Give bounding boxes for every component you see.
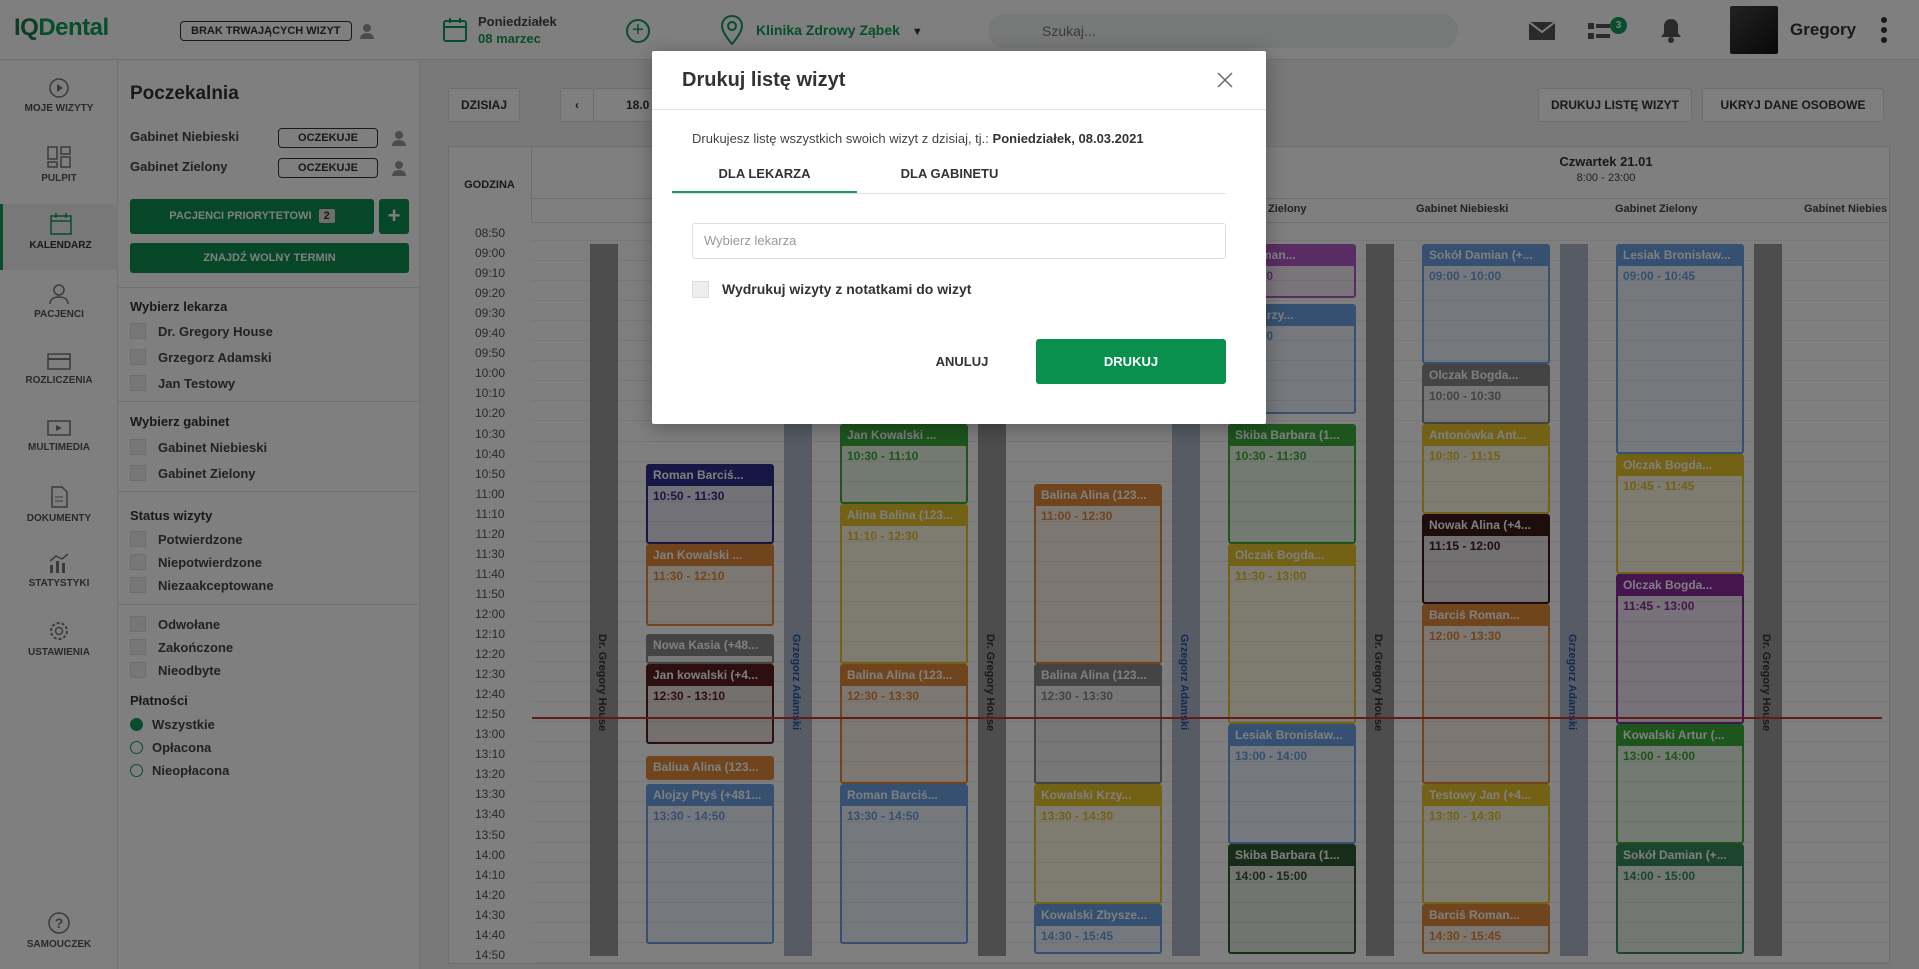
tab-for-office[interactable]: DLA GABINETU [857, 157, 1042, 193]
doctor-select[interactable]: Wybierz lekarza [692, 223, 1226, 259]
close-icon[interactable] [1214, 69, 1236, 91]
tab-underline [672, 193, 1226, 194]
divider [652, 109, 1266, 110]
dialog-title: Drukuj listę wizyt [682, 69, 846, 91]
print-visits-dialog: Drukuj listę wizyt Drukujesz listę wszys… [652, 51, 1266, 424]
print-button[interactable]: DRUKUJ [1036, 339, 1226, 384]
dialog-info: Drukujesz listę wszystkich swoich wizyt … [692, 131, 1144, 146]
cancel-button[interactable]: ANULUJ [912, 339, 1012, 383]
notes-checkbox[interactable]: Wydrukuj wizyty z notatkami do wizyt [692, 281, 971, 298]
tab-for-doctor[interactable]: DLA LEKARZA [672, 157, 857, 193]
